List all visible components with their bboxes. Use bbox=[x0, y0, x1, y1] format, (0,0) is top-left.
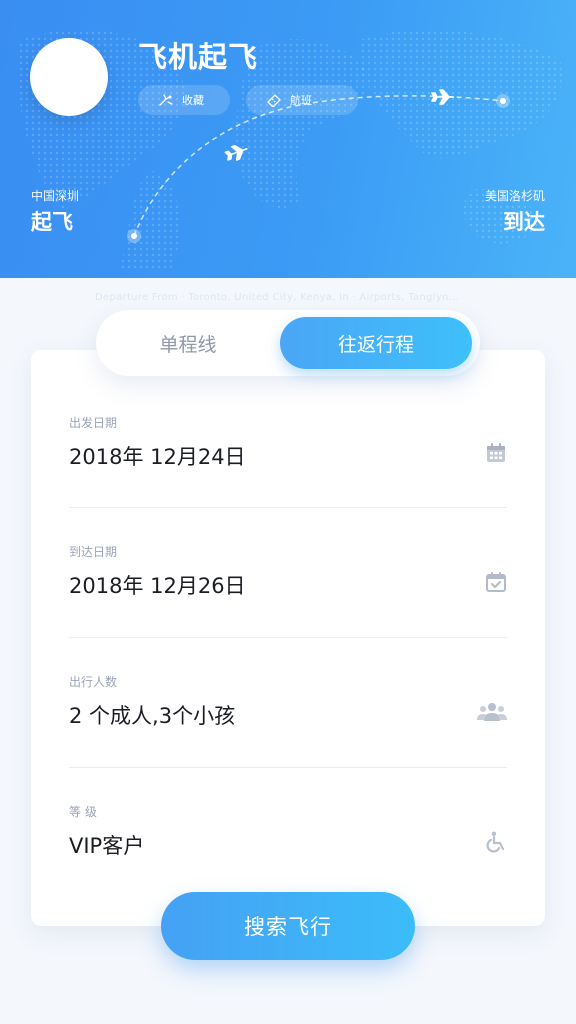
divider bbox=[69, 767, 507, 768]
header-banner: 飞机起飞 收藏 航班 中国深圳 起飞 美国洛杉矶 到达 bbox=[0, 0, 576, 278]
tab-round-trip[interactable]: 往返行程 bbox=[280, 317, 472, 369]
arrival-date-value: 2018年 12月26日 bbox=[69, 574, 246, 598]
divider bbox=[69, 507, 507, 508]
trip-type-toggle: 单程线 往返行程 bbox=[96, 310, 480, 376]
origin-country: 中国深圳 bbox=[31, 189, 80, 203]
avatar[interactable] bbox=[30, 38, 108, 116]
subtitle-text: Departure From · Toronto, United City, K… bbox=[95, 292, 460, 303]
people-icon bbox=[477, 703, 507, 721]
search-flight-button[interactable]: 搜索飞行 bbox=[161, 892, 415, 960]
class-field[interactable]: 等 级 VIP客户 bbox=[69, 803, 507, 860]
flight-label: 航班 bbox=[290, 94, 312, 107]
destination-label: 到达 bbox=[503, 210, 545, 234]
departure-date-field[interactable]: 出发日期 2018年 12月24日 bbox=[69, 414, 507, 471]
tab-one-way[interactable]: 单程线 bbox=[96, 310, 280, 376]
flight-button[interactable]: 航班 bbox=[246, 85, 358, 115]
passengers-field[interactable]: 出行人数 2 个成人,3个小孩 bbox=[69, 673, 507, 730]
calendar-icon bbox=[487, 443, 505, 462]
favorite-label: 收藏 bbox=[182, 94, 204, 107]
calendar-check-icon bbox=[486, 572, 506, 592]
destination-country: 美国洛杉矶 bbox=[484, 189, 545, 203]
class-value: VIP客户 bbox=[69, 834, 145, 858]
accessibility-icon bbox=[486, 831, 505, 853]
passengers-value: 2 个成人,3个小孩 bbox=[69, 704, 236, 728]
passengers-label: 出行人数 bbox=[69, 675, 118, 689]
arrival-date-label: 到达日期 bbox=[69, 545, 118, 559]
departure-date-value: 2018年 12月24日 bbox=[69, 445, 246, 469]
class-label: 等 级 bbox=[69, 805, 97, 819]
favorite-icon bbox=[159, 94, 173, 106]
divider bbox=[69, 637, 507, 638]
ticket-icon bbox=[267, 94, 281, 107]
departure-date-label: 出发日期 bbox=[69, 416, 118, 430]
page-title: 飞机起飞 bbox=[138, 40, 259, 74]
origin-label: 起飞 bbox=[31, 210, 73, 234]
arrival-date-field[interactable]: 到达日期 2018年 12月26日 bbox=[69, 543, 507, 600]
favorite-button[interactable]: 收藏 bbox=[138, 85, 230, 115]
